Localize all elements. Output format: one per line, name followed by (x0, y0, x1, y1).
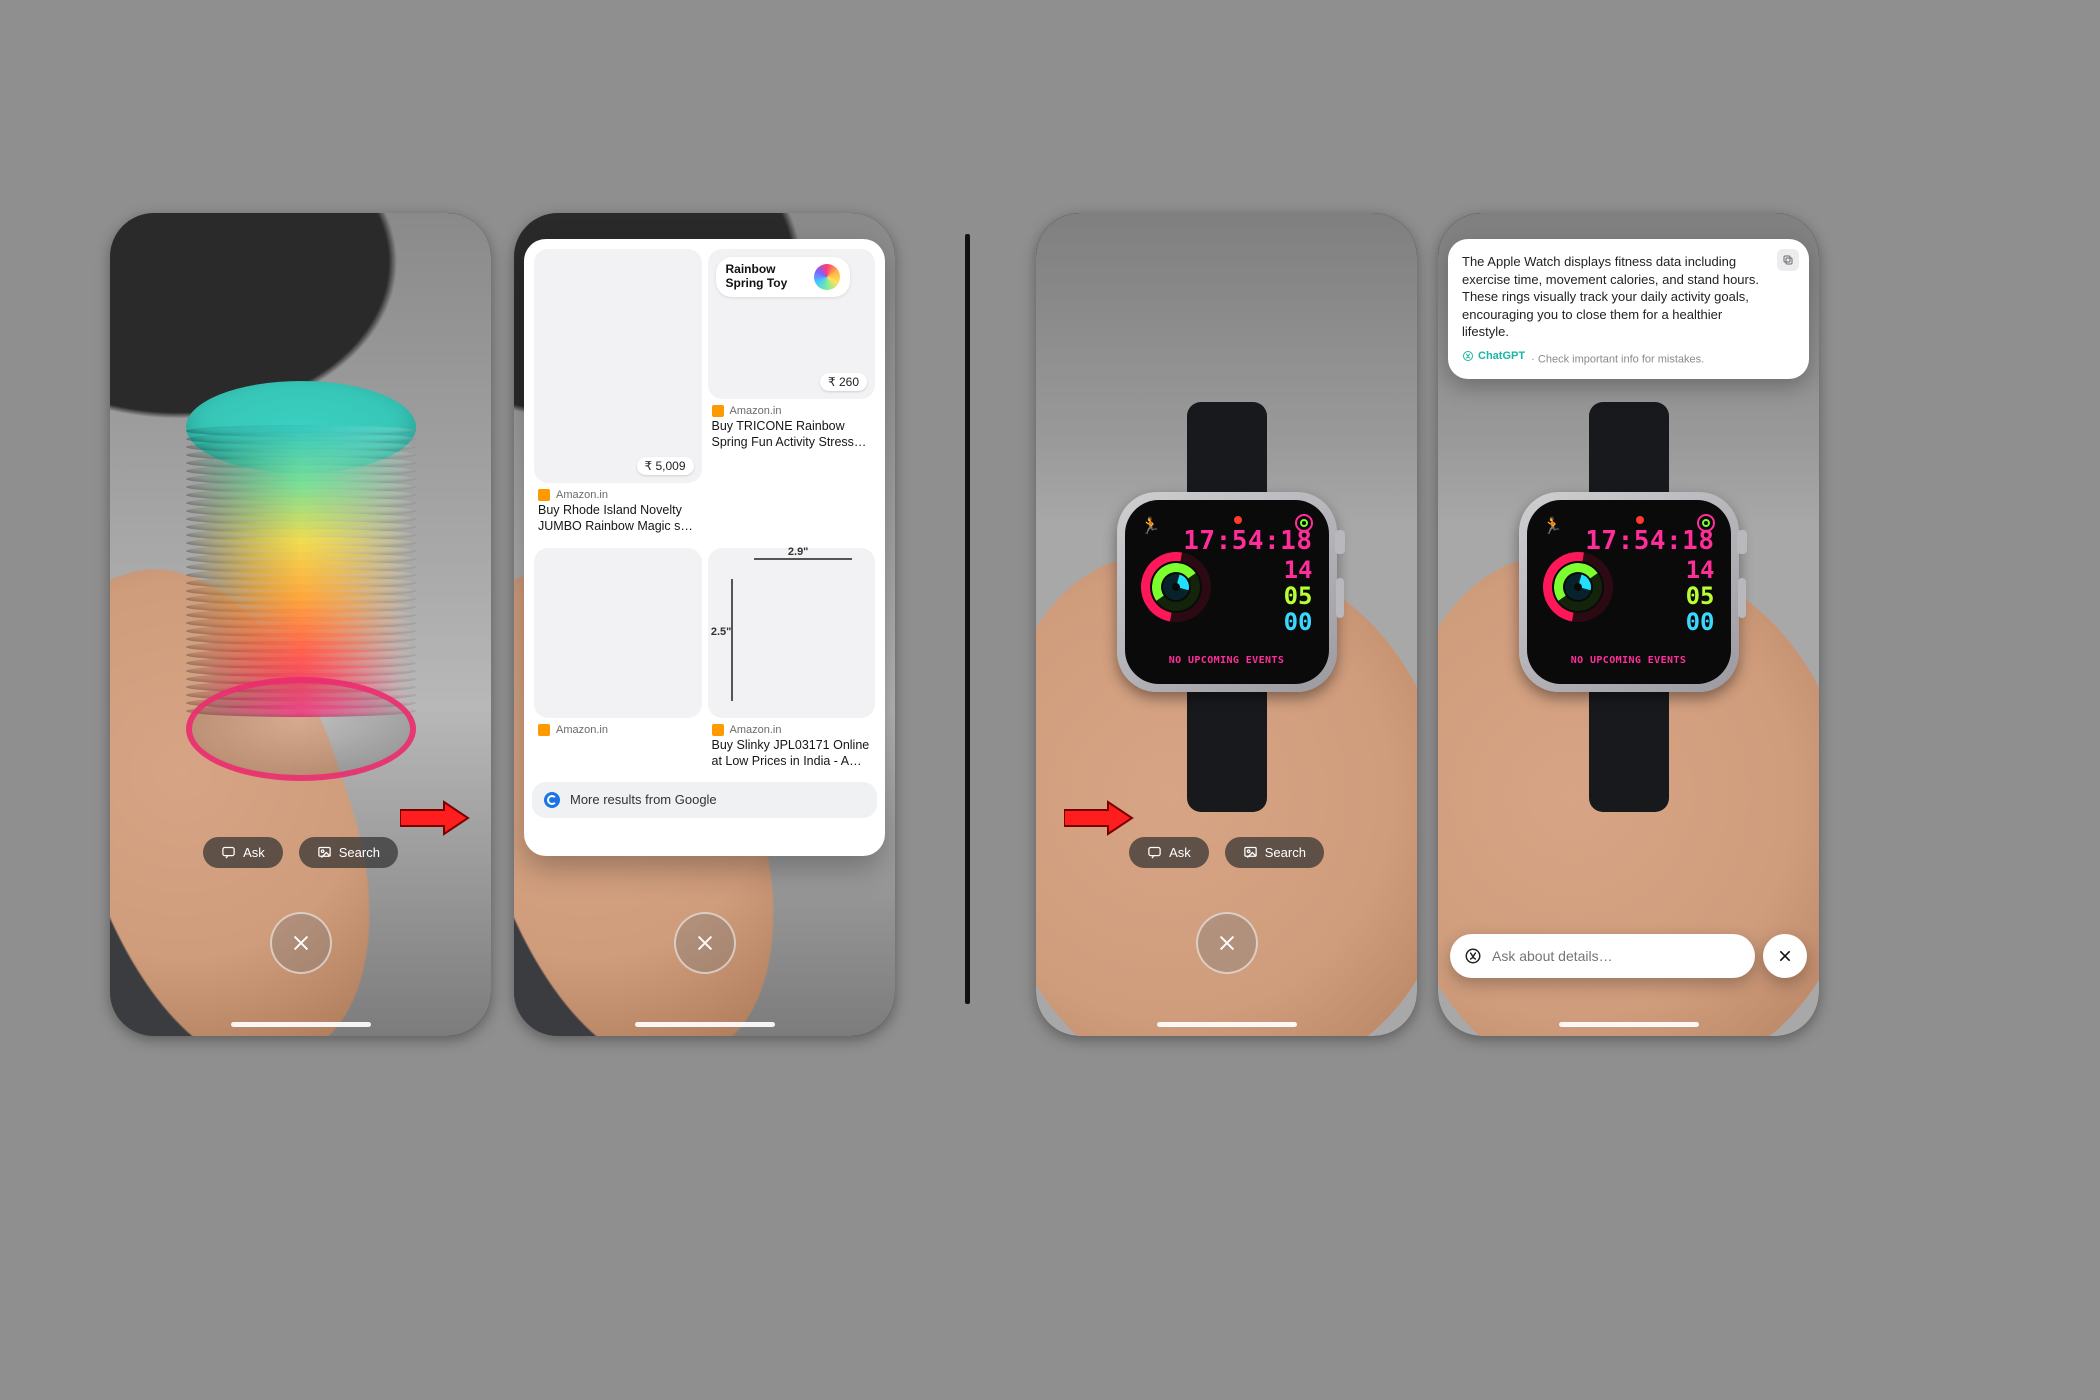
image-search-icon (317, 845, 332, 860)
result-source: Amazon.in (730, 724, 782, 736)
price-badge: ₹ 260 (820, 373, 867, 391)
keyword-chip[interactable]: Rainbow Spring Toy (716, 257, 850, 297)
dismiss-ask-button[interactable] (1763, 934, 1807, 978)
notification-dot-icon (1234, 516, 1242, 524)
keyword-text: Rainbow Spring Toy (726, 263, 806, 291)
subject-slinky: /*noop*/ (186, 407, 416, 777)
ask-input[interactable] (1492, 948, 1741, 964)
visual-search-sheet[interactable]: ₹ 5,009 Amazon.in Buy Rhode Island Novel… (524, 239, 885, 856)
result-title: Buy Slinky JPL03171 Online at Low Prices… (708, 738, 876, 777)
phone-1-visual-lookup: /*noop*/ Ask Search (110, 213, 491, 1036)
result-tile[interactable]: Rainbow Spring Toy ₹ 260 (708, 249, 876, 399)
phone-4-chatgpt-answer: 🏃 17:54:18 14 05 00 NO UPCOMING EVENTS T… (1438, 213, 1819, 1036)
result-title: Buy Rhode Island Novelty JUMBO Rainbow M… (534, 503, 702, 542)
watch-stand: 00 (1284, 608, 1313, 636)
chatgpt-signature: ChatGPT · Check important info for mista… (1462, 349, 1769, 367)
copy-icon (1782, 254, 1794, 266)
search-button[interactable]: Search (1225, 837, 1324, 868)
chat-icon (221, 845, 236, 860)
ask-button[interactable]: Ask (203, 837, 283, 868)
close-button[interactable] (1196, 912, 1258, 974)
chatgpt-text: The Apple Watch displays fitness data in… (1462, 253, 1769, 341)
close-icon (694, 932, 716, 954)
section-divider (965, 234, 970, 1004)
home-indicator[interactable] (1157, 1022, 1297, 1027)
home-indicator[interactable] (231, 1022, 371, 1027)
result-source: Amazon.in (556, 489, 608, 501)
ask-button[interactable]: Ask (1129, 837, 1209, 868)
result-title: Buy TRICONE Rainbow Spring Fun Activity … (708, 419, 876, 458)
search-button[interactable]: Search (299, 837, 398, 868)
close-button[interactable] (674, 912, 736, 974)
copy-button[interactable] (1777, 249, 1799, 271)
activity-rings-icon (1141, 552, 1211, 622)
image-search-icon (1243, 845, 1258, 860)
ask-input-bar[interactable] (1450, 934, 1755, 978)
chatgpt-response-card: The Apple Watch displays fitness data in… (1448, 239, 1809, 379)
phone-3-watch-ask: 🏃 17:54:18 14 05 00 NO UPCOMING EVENTS A… (1036, 213, 1417, 1036)
watch-exercise: 05 (1284, 582, 1313, 610)
result-source: Amazon.in (556, 724, 608, 736)
rainbow-dot-icon (814, 264, 840, 290)
result-source: Amazon.in (730, 405, 782, 417)
more-results-label: More results from Google (570, 792, 717, 807)
amazon-icon (712, 405, 724, 417)
amazon-icon (712, 724, 724, 736)
chatgpt-icon (1462, 350, 1474, 362)
phone-2-search-results: ₹ 5,009 Amazon.in Buy Rhode Island Novel… (514, 213, 895, 1036)
result-tile[interactable]: ₹ 5,009 (534, 249, 702, 483)
watch-events: NO UPCOMING EVENTS (1133, 655, 1321, 666)
search-label: Search (339, 845, 380, 860)
result-tile[interactable] (534, 548, 702, 718)
close-icon (1777, 948, 1793, 964)
chat-icon (1147, 845, 1162, 860)
dimension-width: 2.9" (788, 546, 809, 558)
chatgpt-icon (1464, 947, 1482, 965)
annotation-arrow-ask (1064, 800, 1134, 836)
close-button[interactable] (270, 912, 332, 974)
home-indicator[interactable] (1559, 1022, 1699, 1027)
more-results-row[interactable]: More results from Google (532, 782, 877, 818)
subject-apple-watch: 🏃 17:54:18 14 05 00 NO UPCOMING EVENTS (1117, 492, 1337, 692)
amazon-icon (538, 489, 550, 501)
result-tile[interactable]: 2.9" 2.5" (708, 548, 876, 718)
home-indicator[interactable] (635, 1022, 775, 1027)
annotation-arrow-search (400, 800, 470, 836)
ask-label: Ask (243, 845, 265, 860)
amazon-icon (538, 724, 550, 736)
dimension-height: 2.5" (711, 626, 732, 638)
search-label: Search (1265, 845, 1306, 860)
close-icon (1216, 932, 1238, 954)
watch-move: 14 (1284, 556, 1313, 584)
ask-label: Ask (1169, 845, 1191, 860)
close-icon (290, 932, 312, 954)
price-badge: ₹ 5,009 (637, 457, 694, 475)
workout-icon: 🏃 (1141, 516, 1161, 535)
google-icon (544, 792, 560, 808)
